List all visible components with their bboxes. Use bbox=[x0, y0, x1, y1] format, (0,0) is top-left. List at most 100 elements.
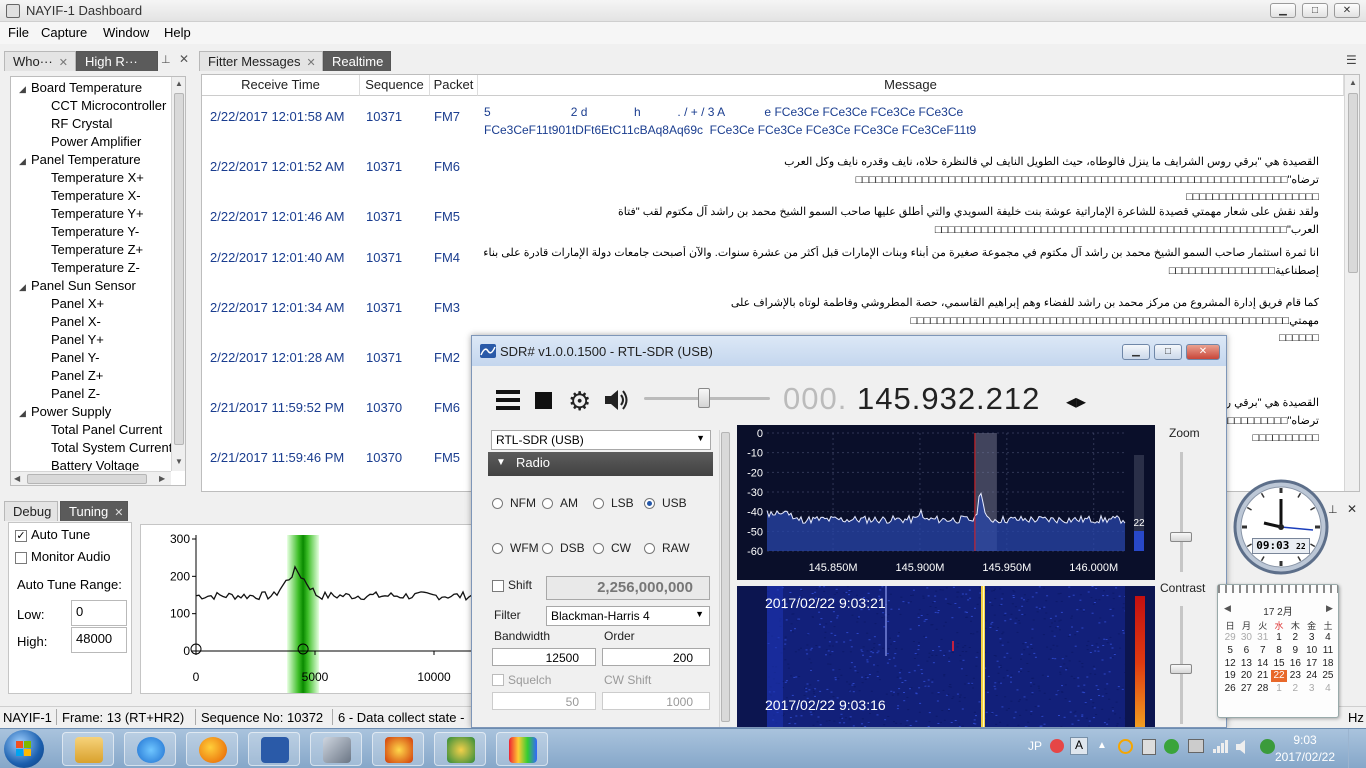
waterfall-display[interactable]: 2017/02/22 9:03:21 2017/02/22 9:03:16 bbox=[737, 586, 1155, 727]
calendar-day[interactable]: 1 bbox=[1271, 632, 1287, 644]
tree-item[interactable]: Panel Y+ bbox=[51, 332, 104, 350]
tree-item[interactable]: CCT Microcontroller bbox=[51, 98, 166, 116]
mode-radio-raw[interactable] bbox=[644, 543, 655, 554]
menu-file[interactable]: File bbox=[8, 25, 29, 40]
paint-icon[interactable] bbox=[496, 732, 548, 766]
squelch-checkbox[interactable] bbox=[492, 674, 504, 686]
header-sequence[interactable]: Sequence bbox=[360, 75, 430, 96]
spectrum-analyzer[interactable]: 0 -10 -20 -30 -40 -50 -60 145.850M 145.900M 145.9… bbox=[737, 425, 1155, 580]
network-icon[interactable] bbox=[1212, 738, 1228, 754]
ime-icon[interactable] bbox=[1050, 739, 1064, 753]
mode-radio-nfm[interactable] bbox=[492, 498, 503, 509]
tree-group[interactable]: ◢ Panel Temperature bbox=[19, 152, 141, 170]
table-vscrollbar[interactable]: ▲ bbox=[1344, 75, 1359, 491]
scroll-down-icon[interactable]: ▼ bbox=[172, 457, 185, 466]
minimize-button[interactable]: ▁ bbox=[1270, 3, 1296, 18]
pin-icon[interactable]: ⊥ bbox=[161, 53, 171, 66]
tab-debug[interactable]: Debug bbox=[4, 501, 58, 521]
sdr-close-button[interactable]: ✕ bbox=[1186, 344, 1220, 360]
tree-item[interactable]: Temperature X- bbox=[51, 188, 141, 206]
sdr-minimize-button[interactable]: ▁ bbox=[1122, 344, 1150, 360]
calendar-day[interactable]: 3 bbox=[1304, 632, 1320, 644]
tray-check-icon[interactable] bbox=[1164, 739, 1179, 754]
mode-radio-dsb[interactable] bbox=[542, 543, 553, 554]
tree-item[interactable]: Total Panel Current bbox=[51, 422, 162, 440]
sdr-window[interactable]: SDR# v1.0.0.1500 - RTL-SDR (USB) ▁ □ ✕ ⚙… bbox=[471, 335, 1227, 728]
calendar-day[interactable]: 7 bbox=[1255, 645, 1271, 657]
expand-arrow-icon[interactable]: ◢ bbox=[19, 156, 31, 167]
expand-arrow-icon[interactable]: ◢ bbox=[19, 408, 31, 419]
calendar-day[interactable]: 8 bbox=[1271, 645, 1287, 657]
calendar-day[interactable]: 19 bbox=[1222, 670, 1238, 682]
calendar-day[interactable]: 30 bbox=[1238, 632, 1254, 644]
control-panel-scrollbar[interactable] bbox=[719, 430, 731, 727]
header-message[interactable]: Message bbox=[478, 75, 1344, 96]
cw-shift-input[interactable]: 1000 bbox=[602, 692, 710, 710]
calendar-day[interactable]: 10 bbox=[1304, 645, 1320, 657]
tab-high-r[interactable]: High R··· bbox=[76, 51, 158, 71]
low-input[interactable]: 0 bbox=[71, 600, 127, 626]
scroll-thumb[interactable] bbox=[1348, 93, 1358, 273]
tree-item[interactable]: Panel Z+ bbox=[51, 368, 103, 386]
tree-item[interactable]: Panel Y- bbox=[51, 350, 99, 368]
tree-item[interactable]: Temperature Z+ bbox=[51, 242, 143, 260]
tune-arrows-icon[interactable]: ◂▸ bbox=[1066, 389, 1086, 414]
input-mode-icon[interactable]: A bbox=[1070, 737, 1088, 755]
panel-menu-icon[interactable]: ☰ bbox=[1346, 53, 1357, 67]
tree-item[interactable]: Power Amplifier bbox=[51, 134, 141, 152]
tree-item[interactable]: Temperature Y- bbox=[51, 224, 139, 242]
firefox-icon[interactable] bbox=[186, 732, 238, 766]
source-select[interactable]: RTL-SDR (USB) ▼ bbox=[491, 430, 711, 450]
mode-radio-am[interactable] bbox=[542, 498, 553, 509]
mode-radio-usb[interactable] bbox=[644, 498, 655, 509]
calendar-day[interactable]: 31 bbox=[1255, 632, 1271, 644]
calendar-day[interactable]: 16 bbox=[1287, 658, 1303, 670]
calendar-day[interactable]: 3 bbox=[1304, 683, 1320, 695]
show-hidden-icons[interactable]: ▲ bbox=[1097, 740, 1107, 751]
tree-group[interactable]: ◢ Panel Sun Sensor bbox=[19, 278, 136, 296]
sdr-maximize-button[interactable]: □ bbox=[1154, 344, 1182, 360]
satellite-icon[interactable] bbox=[310, 732, 362, 766]
calendar-day[interactable]: 2 bbox=[1287, 632, 1303, 644]
tray-app-icon[interactable] bbox=[1118, 739, 1133, 754]
tab-fitter-messages[interactable]: Fitter Messages ✕ bbox=[199, 51, 323, 71]
shift-checkbox[interactable] bbox=[492, 580, 504, 592]
scroll-up-icon[interactable]: ▲ bbox=[172, 79, 185, 88]
settings-gear-icon[interactable]: ⚙ bbox=[568, 386, 591, 417]
taskbar-date[interactable]: 2017/02/22 bbox=[1270, 750, 1340, 764]
tuning-plot[interactable]: 300 200 100 0 0 5000 10000 bbox=[140, 524, 480, 694]
tree-item[interactable]: Temperature Y+ bbox=[51, 206, 144, 224]
explorer-icon[interactable] bbox=[62, 732, 114, 766]
mode-radio-lsb[interactable] bbox=[593, 498, 604, 509]
next-month-icon[interactable]: ▶ bbox=[1326, 603, 1333, 614]
calendar-day[interactable]: 24 bbox=[1304, 670, 1320, 682]
tray-device-icon[interactable] bbox=[1142, 739, 1156, 755]
calendar-day[interactable]: 4 bbox=[1320, 632, 1336, 644]
calendar-day[interactable]: 5 bbox=[1222, 645, 1238, 657]
close-icon[interactable]: ✕ bbox=[179, 52, 189, 66]
calendar-day[interactable]: 15 bbox=[1271, 658, 1287, 670]
maximize-button[interactable]: □ bbox=[1302, 3, 1328, 18]
tab-who[interactable]: Who··· ✕ bbox=[4, 51, 76, 71]
gadget-close-icon[interactable]: ✕ bbox=[1347, 502, 1357, 516]
calendar-day[interactable]: 6 bbox=[1238, 645, 1254, 657]
close-button[interactable]: ✕ bbox=[1334, 3, 1360, 18]
calendar-day[interactable]: 27 bbox=[1238, 683, 1254, 695]
calendar-day[interactable]: 26 bbox=[1222, 683, 1238, 695]
clock-gadget[interactable]: 09:03 22 bbox=[1232, 478, 1330, 576]
tree-item[interactable]: Temperature Z- bbox=[51, 260, 140, 278]
bandwidth-input[interactable]: 12500 bbox=[492, 648, 596, 666]
scroll-thumb[interactable] bbox=[27, 474, 147, 484]
calendar-day[interactable]: 1 bbox=[1271, 683, 1287, 695]
hamburger-menu-icon[interactable] bbox=[496, 390, 520, 410]
ie-icon[interactable] bbox=[124, 732, 176, 766]
calendar-day[interactable]: 13 bbox=[1238, 658, 1254, 670]
speaker-icon[interactable] bbox=[1235, 739, 1251, 755]
monitor-audio-checkbox[interactable] bbox=[15, 552, 27, 564]
menu-capture[interactable]: Capture bbox=[41, 25, 87, 40]
order-input[interactable]: 200 bbox=[602, 648, 710, 666]
scroll-right-icon[interactable]: ▶ bbox=[159, 474, 165, 483]
calendar-day[interactable]: 12 bbox=[1222, 658, 1238, 670]
tree-vscrollbar[interactable]: ▲ ▼ bbox=[171, 77, 185, 471]
calendar-day[interactable]: 23 bbox=[1287, 670, 1303, 682]
